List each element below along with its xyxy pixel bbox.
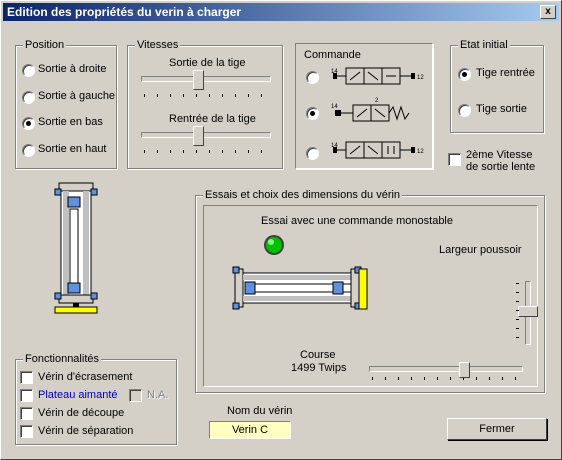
rentree-tige-ticks bbox=[144, 150, 272, 153]
checkbox-plateau-aimante[interactable] bbox=[20, 389, 33, 402]
radio-commande-3[interactable] bbox=[306, 147, 319, 160]
valve-symbol-1-icon: 14 12 bbox=[331, 67, 424, 85]
course-value: 1499 Twips bbox=[291, 362, 347, 374]
rentree-tige-track[interactable] bbox=[141, 132, 271, 138]
radio-tige-sortie[interactable] bbox=[458, 104, 471, 117]
checkbox-verin-ecrasement[interactable] bbox=[20, 371, 33, 384]
radio-sortie-gauche[interactable] bbox=[22, 91, 35, 104]
position-group-label: Position bbox=[23, 39, 67, 51]
course-slider-ticks bbox=[372, 377, 522, 380]
plateau-aimante-label: Plateau aimanté bbox=[38, 389, 118, 401]
rentree-tige-label: Rentrée de la tige bbox=[169, 113, 256, 125]
radio-tige-sortie-label: Tige sortie bbox=[476, 103, 527, 115]
radio-sortie-bas[interactable] bbox=[22, 117, 35, 130]
verin-separation-label: Vérin de séparation bbox=[38, 425, 134, 437]
radio-sortie-gauche-label: Sortie à gauche bbox=[38, 90, 116, 102]
nom-verin-label: Nom du vérin bbox=[227, 405, 293, 417]
horizontal-cylinder-icon bbox=[232, 266, 368, 310]
valve-2-port-14: 14 bbox=[331, 104, 338, 110]
radio-sortie-droite[interactable] bbox=[22, 64, 35, 77]
radio-commande-2[interactable] bbox=[306, 107, 319, 120]
radio-tige-rentree-label: Tige rentrée bbox=[476, 67, 535, 79]
etat-initial-label: Etat initial bbox=[458, 39, 510, 51]
verin-ecrasement-label: Vérin d'écrasement bbox=[38, 371, 133, 383]
largeur-slider-ticks bbox=[516, 283, 519, 343]
verin-decoupe-label: Vérin de découpe bbox=[38, 407, 125, 419]
sortie-tige-ticks bbox=[144, 94, 272, 97]
course-slider-track[interactable] bbox=[369, 366, 523, 372]
course-label: Course bbox=[300, 349, 336, 361]
vitesse-lente-label-2: de sortie lente bbox=[466, 161, 536, 173]
course-slider-thumb[interactable] bbox=[459, 362, 470, 378]
checkbox-verin-decoupe[interactable] bbox=[20, 407, 33, 420]
checkbox-na[interactable] bbox=[129, 389, 142, 402]
title-bar[interactable]: Edition des propriétés du verin à charge… bbox=[3, 3, 559, 21]
window-title: Edition des propriétés du verin à charge… bbox=[7, 5, 242, 19]
vitesse-lente-checkbox[interactable] bbox=[448, 153, 461, 166]
cylinder-preview-icon bbox=[54, 182, 98, 314]
na-label: N.A. bbox=[147, 389, 169, 401]
commande-label: Commande bbox=[304, 49, 361, 61]
valve-1-port-12: 12 bbox=[417, 75, 424, 81]
checkbox-verin-separation[interactable] bbox=[20, 425, 33, 438]
essais-group-label: Essais et choix des dimensions du vérin bbox=[203, 189, 403, 201]
radio-sortie-droite-label: Sortie à droite bbox=[38, 63, 107, 75]
nom-verin-field[interactable]: Verin C bbox=[209, 421, 291, 439]
largeur-label: Largeur poussoir bbox=[439, 244, 522, 256]
valve-symbol-2-icon: 14 2 bbox=[331, 98, 410, 122]
valve-symbol-3-icon: 14 12 bbox=[331, 141, 424, 159]
fermer-button[interactable]: Fermer bbox=[447, 418, 547, 440]
etat-initial-group: Etat initial bbox=[450, 39, 544, 133]
radio-sortie-haut[interactable] bbox=[22, 144, 35, 157]
radio-sortie-haut-label: Sortie en haut bbox=[38, 143, 107, 155]
valve-3-port-14: 14 bbox=[331, 143, 338, 149]
valve-2-port-2: 2 bbox=[375, 98, 379, 104]
rentree-tige-thumb[interactable] bbox=[193, 126, 204, 146]
dialog-window: Edition des propriétés du verin à charge… bbox=[0, 0, 562, 460]
vitesse-lente-label-1: 2ème Vitesse bbox=[466, 149, 533, 161]
radio-commande-1[interactable] bbox=[306, 71, 319, 84]
fermer-button-label: Fermer bbox=[479, 423, 515, 435]
valve-3-port-12: 12 bbox=[417, 149, 424, 155]
radio-tige-rentree[interactable] bbox=[458, 68, 471, 81]
fonctionnalites-label: Fonctionnalités bbox=[23, 353, 101, 365]
radio-sortie-bas-label: Sortie en bas bbox=[38, 116, 103, 128]
sortie-tige-thumb[interactable] bbox=[193, 70, 204, 90]
valve-1-port-14: 14 bbox=[331, 69, 338, 75]
status-indicator-icon[interactable] bbox=[262, 233, 286, 257]
vitesses-group-label: Vitesses bbox=[135, 39, 181, 51]
close-button[interactable]: x bbox=[540, 5, 556, 19]
nom-verin-value: Verin C bbox=[231, 424, 269, 436]
sortie-tige-label: Sortie de la tige bbox=[169, 57, 246, 69]
sortie-tige-track[interactable] bbox=[141, 76, 271, 82]
largeur-slider-thumb[interactable] bbox=[518, 306, 538, 317]
essai-text: Essai avec une commande monostable bbox=[261, 215, 453, 227]
